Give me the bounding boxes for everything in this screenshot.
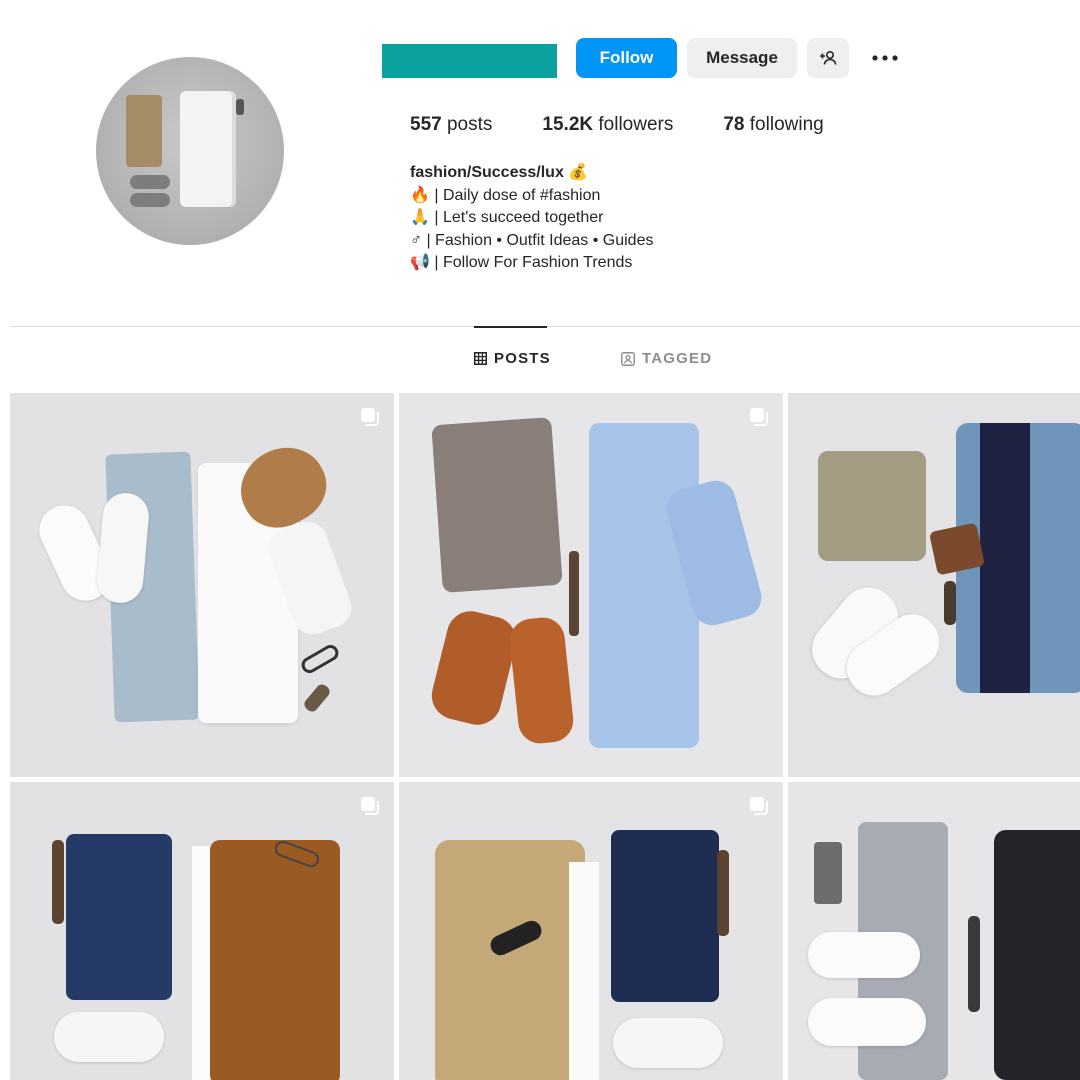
socks-graphic — [814, 842, 842, 904]
bio-line: 🙏 | Let's succeed together — [410, 209, 604, 226]
sneaker-graphic — [613, 1018, 723, 1068]
sweater-graphic — [994, 830, 1080, 1080]
profile-stats: 557 posts 15.2K followers 78 following — [410, 114, 874, 136]
khaki-jacket-graphic — [435, 840, 585, 1080]
followers-count: 15.2K — [542, 114, 594, 135]
watch-graphic — [52, 840, 64, 924]
bio-name: fashion/Success/lux 💰 — [410, 164, 589, 181]
boot-graphic — [426, 606, 522, 730]
shirt-graphic — [589, 423, 699, 748]
jeans-graphic — [66, 834, 172, 1000]
watch-graphic — [717, 850, 729, 936]
posts-label: posts — [441, 114, 493, 135]
posts-count: 557 — [410, 114, 442, 135]
chinos-graphic — [818, 451, 926, 561]
glasses-graphic — [298, 642, 342, 676]
chinos-graphic — [431, 417, 563, 593]
message-button[interactable]: Message — [687, 38, 797, 78]
white-tee-graphic — [569, 862, 599, 1080]
more-options-icon[interactable] — [868, 44, 902, 72]
username-redacted — [382, 44, 557, 78]
sneaker-graphic — [808, 932, 920, 978]
add-user-icon — [820, 50, 837, 65]
followers-stat[interactable]: 15.2K followers — [542, 114, 673, 136]
suggested-users-button[interactable] — [807, 38, 849, 78]
tagged-user-icon — [621, 351, 635, 366]
multi-image-icon — [361, 797, 379, 815]
bio-line: 🔥 | Daily dose of #fashion — [410, 186, 601, 204]
tab-posts[interactable]: POSTS — [474, 350, 551, 367]
avatar-shirt-graphic — [180, 91, 236, 207]
follow-button[interactable]: Follow — [576, 38, 677, 78]
followers-label: followers — [593, 114, 674, 135]
posts-stat: 557 posts — [410, 114, 492, 136]
multi-image-icon — [361, 408, 379, 426]
multi-image-icon — [750, 797, 768, 815]
watch-graphic — [569, 551, 579, 636]
post-thumbnail[interactable] — [10, 782, 394, 1080]
sneaker-graphic — [54, 1012, 164, 1062]
following-label: following — [744, 114, 824, 135]
navy-shirt-graphic — [980, 423, 1030, 693]
watch-graphic — [301, 682, 333, 714]
post-thumbnail[interactable] — [788, 393, 1080, 777]
corduroy-shirt-graphic — [210, 840, 340, 1080]
following-stat[interactable]: 78 following — [723, 114, 823, 136]
avatar-watch-graphic — [236, 99, 244, 115]
profile-bio: fashion/Success/lux 💰 🔥 | Daily dose of … — [410, 162, 653, 275]
sneaker-graphic — [808, 998, 926, 1046]
profile-avatar[interactable] — [96, 57, 284, 245]
post-thumbnail[interactable] — [788, 782, 1080, 1080]
avatar-shoe-graphic — [130, 175, 170, 189]
boot-graphic — [507, 615, 576, 746]
bio-line: 📢 | Follow For Fashion Trends — [410, 254, 633, 271]
watch-graphic — [968, 916, 980, 1012]
post-thumbnail[interactable] — [399, 782, 783, 1080]
avatar-shoe-graphic — [130, 193, 170, 207]
multi-image-icon — [750, 408, 768, 426]
tab-tagged[interactable]: TAGGED — [621, 350, 712, 367]
watch-graphic — [944, 581, 956, 625]
tab-posts-label: POSTS — [494, 350, 551, 367]
grid-icon — [474, 352, 487, 365]
tab-tagged-label: TAGGED — [642, 350, 713, 367]
following-count: 78 — [723, 114, 745, 135]
post-thumbnail[interactable] — [10, 393, 394, 777]
active-tab-indicator — [474, 326, 547, 328]
avatar-pants-graphic — [126, 95, 162, 167]
bio-line: ♂ | Fashion • Outfit Ideas • Guides — [410, 231, 654, 249]
jeans-graphic — [611, 830, 719, 1002]
post-thumbnail[interactable] — [399, 393, 783, 777]
